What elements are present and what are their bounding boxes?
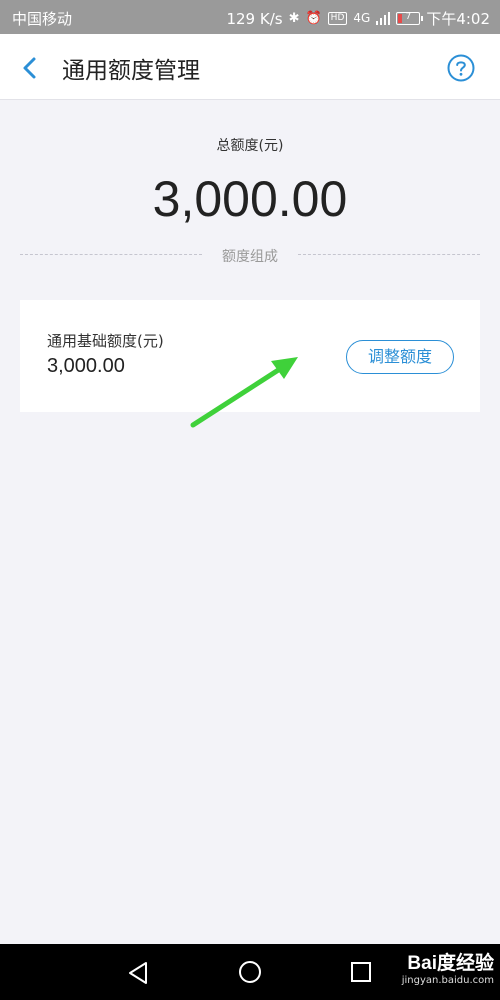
nav-home-icon[interactable] [237,959,263,985]
basic-quota-value: 3,000.00 [47,355,125,377]
battery-level: 7 [405,12,412,22]
bluetooth-icon: ✱ [288,11,300,26]
nav-recent-apps-icon[interactable] [350,961,372,983]
divider-line-right [298,254,480,255]
system-nav-bar: Bai度经验 jingyan.baidu.com [0,944,500,1000]
battery-icon: 7 [396,12,424,25]
signal-icon [376,12,391,25]
app-screen: 中国移动 129 K/s ✱ ⏰ HD 4G 7 下午4:02 通用额度管理 总… [0,0,500,1000]
watermark-site: jingyan.baidu.com [401,975,494,986]
nav-header: 通用额度管理 [0,34,500,100]
adjust-quota-button[interactable]: 调整额度 [346,340,454,374]
page-title: 通用额度管理 [62,58,200,84]
status-bar: 中国移动 129 K/s ✱ ⏰ HD 4G 7 下午4:02 [0,0,500,34]
nav-back-icon[interactable] [126,960,152,986]
composition-divider: 额度组成 [20,245,480,265]
clock: 下午4:02 [426,10,490,28]
alarm-icon: ⏰ [305,11,322,26]
total-quota-amount: 3,000.00 [152,171,348,227]
watermark-brand: Bai度经验 [407,953,494,974]
network-type: 4G [353,11,371,25]
question-circle-icon[interactable] [446,53,476,83]
baidu-watermark: Bai度经验 jingyan.baidu.com [402,948,494,986]
status-icons: 129 K/s ✱ ⏰ HD 4G 7 下午4:02 [226,8,490,29]
chevron-left-icon[interactable] [16,54,44,82]
basic-quota-label: 通用基础额度(元) [47,332,164,350]
composition-label: 额度组成 [222,249,278,265]
total-quota-label: 总额度(元) [216,138,284,154]
network-speed: 129 K/s [226,9,283,28]
hd-badge: HD [327,12,348,25]
carrier-name: 中国移动 [12,10,73,28]
annotation-arrow-icon [190,357,298,428]
